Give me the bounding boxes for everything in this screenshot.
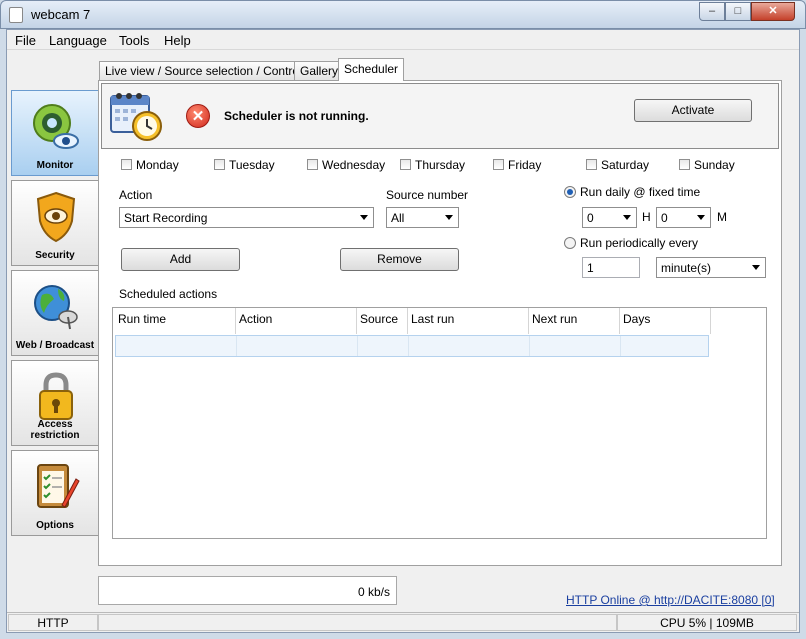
run-periodic-option[interactable]: Run periodically every xyxy=(564,236,698,250)
scheduler-panel: ✕ Scheduler is not running. Activate Mon… xyxy=(98,80,782,566)
source-number-label: Source number xyxy=(386,188,469,202)
checklist-pencil-icon xyxy=(37,464,80,508)
window-title: webcam 7 xyxy=(31,7,91,22)
tab-scheduler[interactable]: Scheduler xyxy=(338,58,405,81)
shield-eye-icon xyxy=(36,191,76,243)
day-thursday[interactable]: Thursday xyxy=(400,158,465,172)
sidebar-label-monitor: Monitor xyxy=(36,160,74,171)
scheduler-status-banner: ✕ Scheduler is not running. Activate xyxy=(101,83,779,149)
calendar-clock-icon xyxy=(110,93,162,141)
bitrate-box: 0 kb/s xyxy=(98,576,397,605)
checkbox-friday[interactable] xyxy=(493,159,504,170)
table-row[interactable] xyxy=(115,335,709,357)
run-periodic-radio[interactable] xyxy=(564,237,576,249)
chevron-down-icon xyxy=(445,215,453,220)
action-select[interactable]: Start Recording xyxy=(119,207,374,228)
minute-select[interactable]: 0 xyxy=(656,207,711,228)
table-cell xyxy=(358,336,409,356)
menu-file[interactable]: File xyxy=(15,33,36,48)
checkbox-thursday[interactable] xyxy=(400,159,411,170)
status-cpu: CPU 5% | 109MB xyxy=(617,614,797,631)
column-next-run[interactable]: Next run xyxy=(529,308,620,334)
scheduled-actions-table[interactable]: Run time Action Source Last run Next run… xyxy=(112,307,767,539)
hour-select[interactable]: 0 xyxy=(582,207,637,228)
column-run-time[interactable]: Run time xyxy=(115,308,236,334)
status-spacer xyxy=(98,614,617,631)
http-online-link[interactable]: HTTP Online @ http://DACITE:8080 [0] xyxy=(566,593,775,607)
title-bar: webcam 7 – □ ✕ xyxy=(0,0,806,29)
table-cell xyxy=(116,336,237,356)
sidebar-item-options[interactable]: Options xyxy=(11,450,99,536)
menu-help[interactable]: Help xyxy=(164,33,191,48)
column-source[interactable]: Source xyxy=(357,308,408,334)
status-bar: HTTP CPU 5% | 109MB xyxy=(7,612,799,632)
action-label: Action xyxy=(119,188,153,202)
sidebar-label-access-restriction: Access restriction xyxy=(30,419,80,441)
period-unit-select[interactable]: minute(s) xyxy=(656,257,766,278)
table-cell xyxy=(409,336,530,356)
sidebar-item-web-broadcast[interactable]: Web / Broadcast xyxy=(11,270,99,356)
day-sunday[interactable]: Sunday xyxy=(679,158,735,172)
minute-unit-label: M xyxy=(717,210,727,224)
hour-unit-label: H xyxy=(642,210,651,224)
activate-button[interactable]: Activate xyxy=(634,99,752,122)
column-days[interactable]: Days xyxy=(620,308,711,334)
sidebar-item-monitor[interactable]: Monitor xyxy=(11,90,99,176)
day-wednesday[interactable]: Wednesday xyxy=(307,158,385,172)
day-tuesday[interactable]: Tuesday xyxy=(214,158,275,172)
tab-gallery[interactable]: Gallery xyxy=(294,61,345,80)
menu-tools[interactable]: Tools xyxy=(119,33,149,48)
run-daily-option[interactable]: Run daily @ fixed time xyxy=(564,185,700,199)
checkbox-wednesday[interactable] xyxy=(307,159,318,170)
column-last-run[interactable]: Last run xyxy=(408,308,529,334)
checkbox-saturday[interactable] xyxy=(586,159,597,170)
day-monday[interactable]: Monday xyxy=(121,158,179,172)
chevron-down-icon xyxy=(360,215,368,220)
checkbox-tuesday[interactable] xyxy=(214,159,225,170)
table-cell xyxy=(530,336,621,356)
scheduled-actions-label: Scheduled actions xyxy=(119,287,218,301)
sidebar-label-web-broadcast: Web / Broadcast xyxy=(15,340,95,351)
table-cell xyxy=(237,336,358,356)
menu-bar: File Language Tools Help xyxy=(7,30,799,50)
menu-language[interactable]: Language xyxy=(49,33,107,48)
day-friday[interactable]: Friday xyxy=(493,158,541,172)
sidebar-item-access-restriction[interactable]: Access restriction xyxy=(11,360,99,446)
status-http: HTTP xyxy=(8,614,98,631)
sidebar-label-options: Options xyxy=(36,520,74,531)
minimize-button[interactable]: – xyxy=(699,2,725,21)
period-input[interactable]: 1 xyxy=(582,257,640,278)
chevron-down-icon xyxy=(752,265,760,270)
add-button[interactable]: Add xyxy=(121,248,240,271)
sidebar-label-security: Security xyxy=(35,250,75,261)
close-button[interactable]: ✕ xyxy=(751,2,795,21)
run-daily-radio[interactable] xyxy=(564,186,576,198)
scheduler-status-text: Scheduler is not running. xyxy=(224,109,369,123)
eye-camera-icon xyxy=(33,104,79,149)
app-icon xyxy=(9,7,23,23)
source-number-select[interactable]: All xyxy=(386,207,459,228)
bitrate-value: 0 kb/s xyxy=(357,585,390,599)
remove-button[interactable]: Remove xyxy=(340,248,459,271)
checkbox-sunday[interactable] xyxy=(679,159,690,170)
padlock-icon xyxy=(39,372,73,420)
maximize-button[interactable]: □ xyxy=(725,2,751,21)
tab-live-view[interactable]: Live view / Source selection / Controls xyxy=(99,61,314,80)
app-client-area: File Language Tools Help Monitor Securit… xyxy=(6,29,800,633)
day-saturday[interactable]: Saturday xyxy=(586,158,649,172)
chevron-down-icon xyxy=(623,215,631,220)
checkbox-monday[interactable] xyxy=(121,159,132,170)
globe-satellite-icon xyxy=(34,285,78,330)
error-icon: ✕ xyxy=(186,104,210,128)
sidebar-item-security[interactable]: Security xyxy=(11,180,99,266)
column-action[interactable]: Action xyxy=(236,308,357,334)
chevron-down-icon xyxy=(697,215,705,220)
